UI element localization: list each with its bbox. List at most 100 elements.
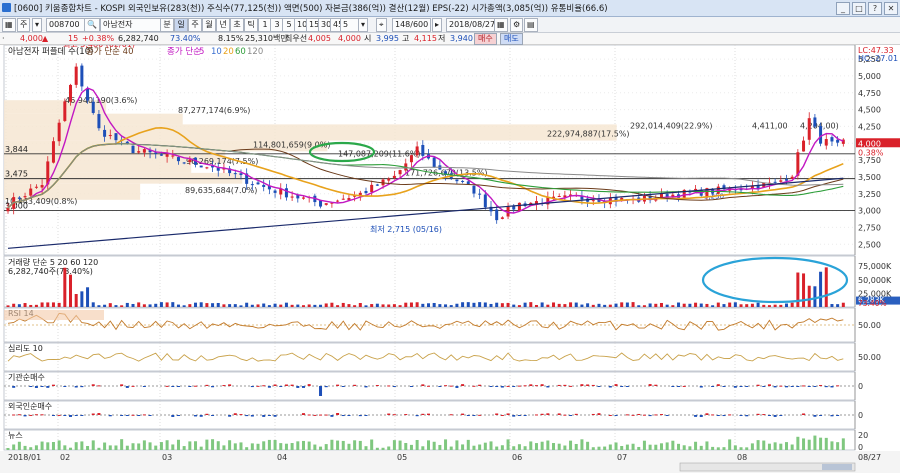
dropdown-icon[interactable]: ▾ <box>32 18 43 32</box>
sell-button[interactable]: 매도 <box>500 33 523 45</box>
news-bar <box>319 446 323 450</box>
volume-bar <box>131 303 135 307</box>
volume-bar <box>472 302 476 307</box>
news-bar <box>779 443 783 450</box>
foreign-bar <box>659 414 663 416</box>
volume-bar <box>739 304 743 307</box>
volume-bar <box>478 302 482 307</box>
buy-button[interactable]: 매수 <box>474 33 497 45</box>
candle-body <box>836 139 840 143</box>
stock-chart[interactable]: 2018/01 02 03 04 05 06 07 08 08/275,2505,0004,75… <box>0 45 900 473</box>
volume-bar <box>444 304 448 307</box>
volume-bar <box>46 302 50 307</box>
news-bar <box>449 446 453 450</box>
volume-bar <box>239 305 243 307</box>
foreign-bar <box>517 415 521 416</box>
volume-bar <box>358 303 362 307</box>
volume-bar <box>381 304 385 307</box>
candle-body <box>802 140 806 152</box>
maximize-button[interactable]: □ <box>852 2 866 15</box>
help-button[interactable]: ? <box>868 2 882 15</box>
volume-bar <box>120 305 124 307</box>
custom-interval-input[interactable]: 5 <box>340 18 360 32</box>
period-button-3[interactable]: 월 <box>202 18 216 32</box>
candle-body <box>319 200 323 207</box>
stock-name-field[interactable]: 아남전자 <box>100 18 161 32</box>
period-button-5[interactable]: 초 <box>230 18 244 32</box>
news-bar <box>159 442 163 450</box>
foreign-bar <box>34 414 38 416</box>
foreign-bar <box>705 413 709 415</box>
market-select[interactable]: 주 <box>17 18 31 32</box>
foreign-bar <box>745 415 749 417</box>
stock-code-input[interactable]: 008700 <box>46 18 86 32</box>
inst-bar <box>63 386 67 387</box>
candle-body <box>262 184 266 187</box>
news-bar <box>739 447 743 450</box>
volume-bar <box>563 304 567 307</box>
news-bar <box>455 440 459 450</box>
period-button-0[interactable]: 분 <box>160 18 174 32</box>
volume-bar <box>57 302 61 307</box>
foreign-bar <box>415 415 419 417</box>
foreign-bar <box>137 415 141 416</box>
news-bar <box>767 443 771 450</box>
period-button-4[interactable]: 년 <box>216 18 230 32</box>
inst-bar <box>188 386 192 387</box>
inst-bar <box>279 386 283 387</box>
period-button-2[interactable]: 주 <box>188 18 202 32</box>
lookup-icon[interactable]: ⌖ <box>376 18 387 32</box>
period-button-1[interactable]: 일 <box>174 18 188 32</box>
scroll-right-button[interactable]: ▸ <box>432 18 443 32</box>
foreign-bar <box>245 415 249 417</box>
ma-legend-period: 120 <box>247 47 263 57</box>
volume-bar <box>506 302 510 307</box>
news-bar <box>427 440 430 450</box>
news-bar <box>620 446 624 450</box>
volume-bar <box>171 302 175 307</box>
inst-bar <box>409 386 413 387</box>
grid-icon[interactable]: ▦ <box>2 18 16 32</box>
period-button-6[interactable]: 틱 <box>244 18 258 32</box>
foreign-bar <box>563 414 567 416</box>
custom-interval-dropdown[interactable]: ▾ <box>358 18 369 32</box>
volume-bar <box>51 302 55 307</box>
volume-bar <box>762 304 766 307</box>
toolbar-gear-icon[interactable]: ⚙ <box>510 18 524 32</box>
foreign-bar <box>40 414 44 416</box>
candle-body <box>91 101 95 113</box>
news-bar <box>802 438 806 450</box>
calendar-icon[interactable]: ▦ <box>494 18 508 32</box>
volume-bar <box>625 302 629 307</box>
news-bar <box>171 444 175 450</box>
volume-bar <box>824 267 828 307</box>
inst-bar <box>591 384 595 386</box>
volume-bar <box>728 302 732 307</box>
volume-bar <box>6 305 10 307</box>
volume-bar <box>375 303 379 307</box>
news-bar <box>557 443 561 450</box>
volume-bar <box>773 304 777 307</box>
news-bar <box>313 444 317 450</box>
volume-bar <box>597 303 601 307</box>
volume-bar <box>222 304 226 307</box>
volume-bar <box>324 303 328 307</box>
volume-bar <box>125 302 129 307</box>
foreign-bar <box>699 415 703 417</box>
foreign-bar <box>17 414 21 416</box>
left-level-label: 3,475 <box>5 170 28 179</box>
foreign-bar <box>779 415 783 416</box>
volume-bar <box>733 302 737 307</box>
close-button[interactable]: ✕ <box>884 2 898 15</box>
inst-bar <box>699 386 703 388</box>
date-input[interactable]: 2018/08/27 <box>446 18 496 32</box>
volume-bar <box>603 304 607 307</box>
foreign-bar <box>495 413 499 415</box>
toolbar-grid-icon[interactable]: ▤ <box>524 18 538 32</box>
minimize-button[interactable]: _ <box>836 2 850 15</box>
search-icon[interactable]: 🔍 <box>84 18 100 32</box>
volume-bar <box>455 303 459 307</box>
foreign-bar <box>637 413 641 415</box>
volume-profile-label: 222,974,887(17.5%) <box>547 130 630 139</box>
foreign-bar <box>324 414 328 416</box>
